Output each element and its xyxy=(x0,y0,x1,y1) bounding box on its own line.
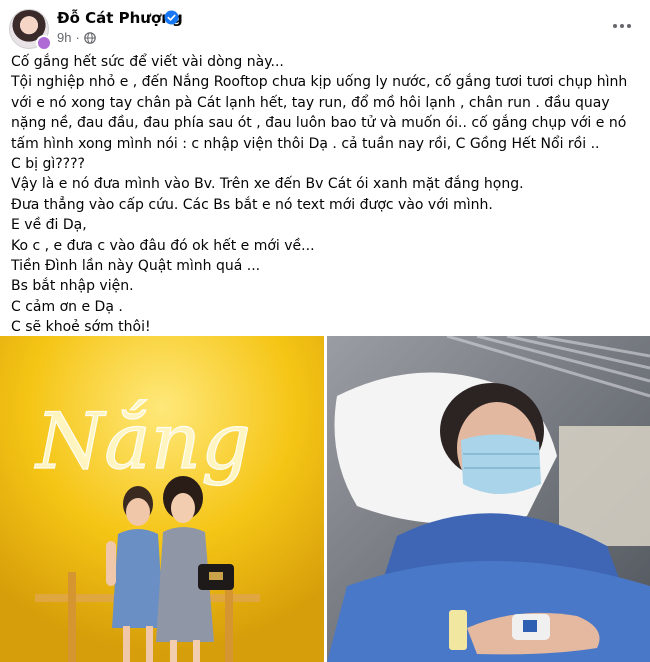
post-text: Cố gắng hết sức để viết vài dòng này... … xyxy=(11,52,643,338)
profile-badge-icon xyxy=(36,35,52,51)
post-header: Đỗ Cát Phượng 9h · xyxy=(0,0,650,52)
meta-separator: · xyxy=(75,30,80,45)
post-line: Bs bắt nhập viện. xyxy=(11,278,134,295)
neon-sign-text: Nắng xyxy=(34,397,251,487)
post-line: C bị gì???? xyxy=(11,156,85,173)
post-line: Cố gắng hết sức để viết vài dòng này... xyxy=(11,54,284,70)
globe-icon xyxy=(84,31,96,44)
post-line: C sẽ khoẻ sớm thôi! xyxy=(11,319,151,336)
post-timestamp[interactable]: 9h xyxy=(57,30,71,45)
post-meta: 9h · xyxy=(57,30,96,45)
post-line: Đưa thẳng vào cấp cứu. Các Bs bắt e nó t… xyxy=(11,196,493,213)
verified-badge-icon xyxy=(164,10,179,25)
more-options-icon[interactable] xyxy=(610,14,634,38)
post-line: Ko c , e đưa c vào đâu đó ok hết e mới v… xyxy=(11,237,315,254)
post-line: Tội nghiệp nhỏ e , đến Nắng Rooftop chưa… xyxy=(11,74,628,152)
post-line: Tiền Đình lần này Quật mình quá ... xyxy=(11,258,261,275)
post-photo-left[interactable]: Nắng xyxy=(0,336,324,662)
post-line: E về đi Dạ, xyxy=(11,217,87,234)
post-line: Vậy là e nó đưa mình vào Bv. Trên xe đến… xyxy=(11,176,524,193)
post-line: C cảm ơn e Dạ . xyxy=(11,298,123,315)
photo-right-drawing xyxy=(327,336,650,662)
post-photo-right[interactable] xyxy=(327,336,650,662)
photo-left-drawing: Nắng xyxy=(0,336,324,662)
